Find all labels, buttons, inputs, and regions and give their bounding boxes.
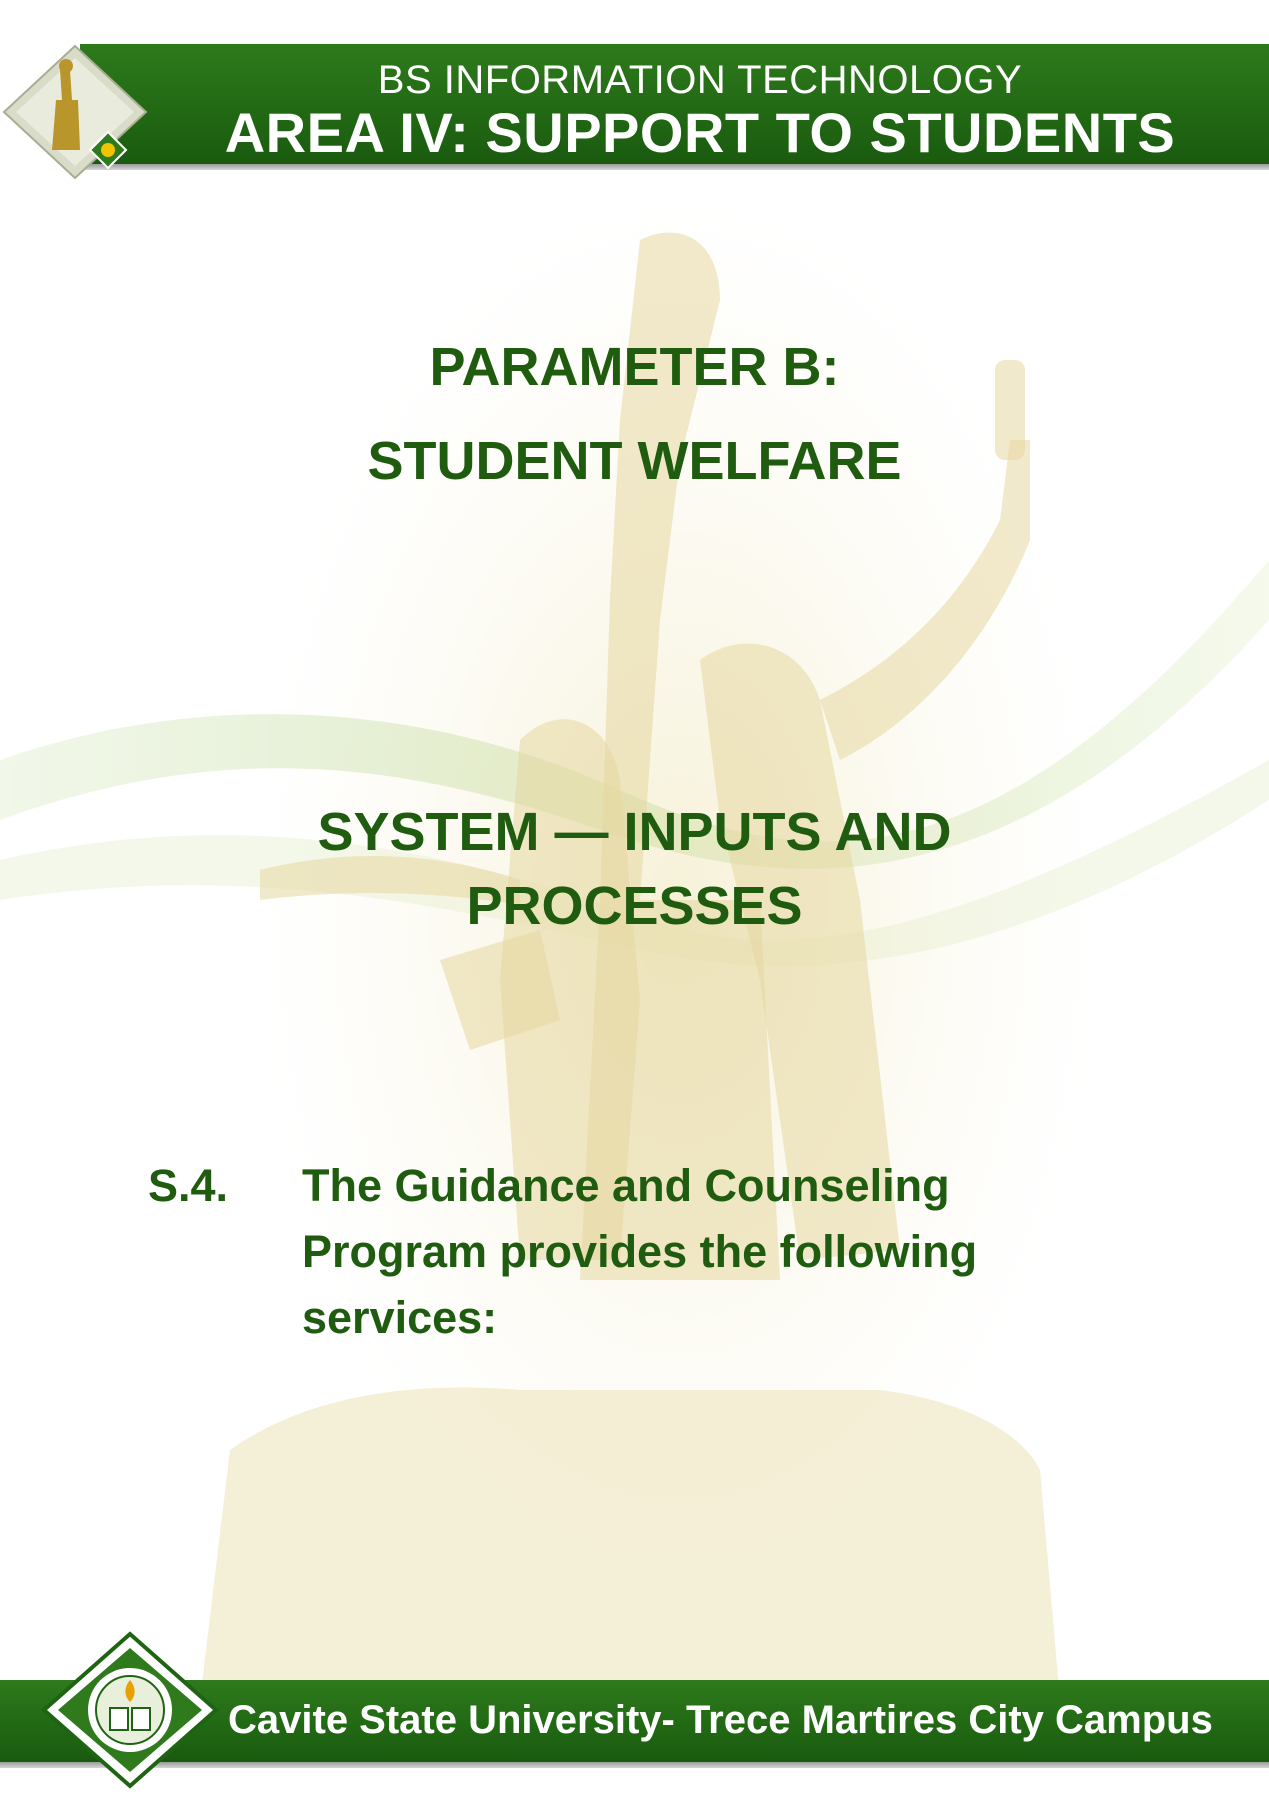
area-title: AREA IV: SUPPORT TO STUDENTS bbox=[224, 101, 1176, 164]
item-statement-line2: Program provides the following bbox=[302, 1226, 978, 1277]
university-seal-icon bbox=[40, 1631, 220, 1789]
item-statement: The Guidance and Counseling Program prov… bbox=[302, 1153, 1142, 1351]
header-divider bbox=[80, 164, 1269, 170]
section-heading-line1: SYSTEM — INPUTS AND bbox=[317, 802, 952, 862]
item-number: S.4. bbox=[148, 1160, 229, 1211]
section-heading-line2: PROCESSES bbox=[466, 876, 803, 936]
section-heading: SYSTEM — INPUTS AND PROCESSES bbox=[0, 795, 1269, 943]
item-statement-line1: The Guidance and Counseling bbox=[302, 1160, 950, 1211]
parameter-heading: PARAMETER B: STUDENT WELFARE bbox=[0, 320, 1269, 508]
program-name: BS INFORMATION TECHNOLOGY bbox=[377, 58, 1023, 102]
campus-name: Cavite State University- Trece Martires … bbox=[228, 1698, 1213, 1742]
parameter-label: PARAMETER B: bbox=[429, 337, 840, 397]
item-statement-line3: services: bbox=[302, 1292, 498, 1343]
university-logo-icon bbox=[2, 44, 148, 180]
parameter-title: STUDENT WELFARE bbox=[367, 431, 902, 491]
